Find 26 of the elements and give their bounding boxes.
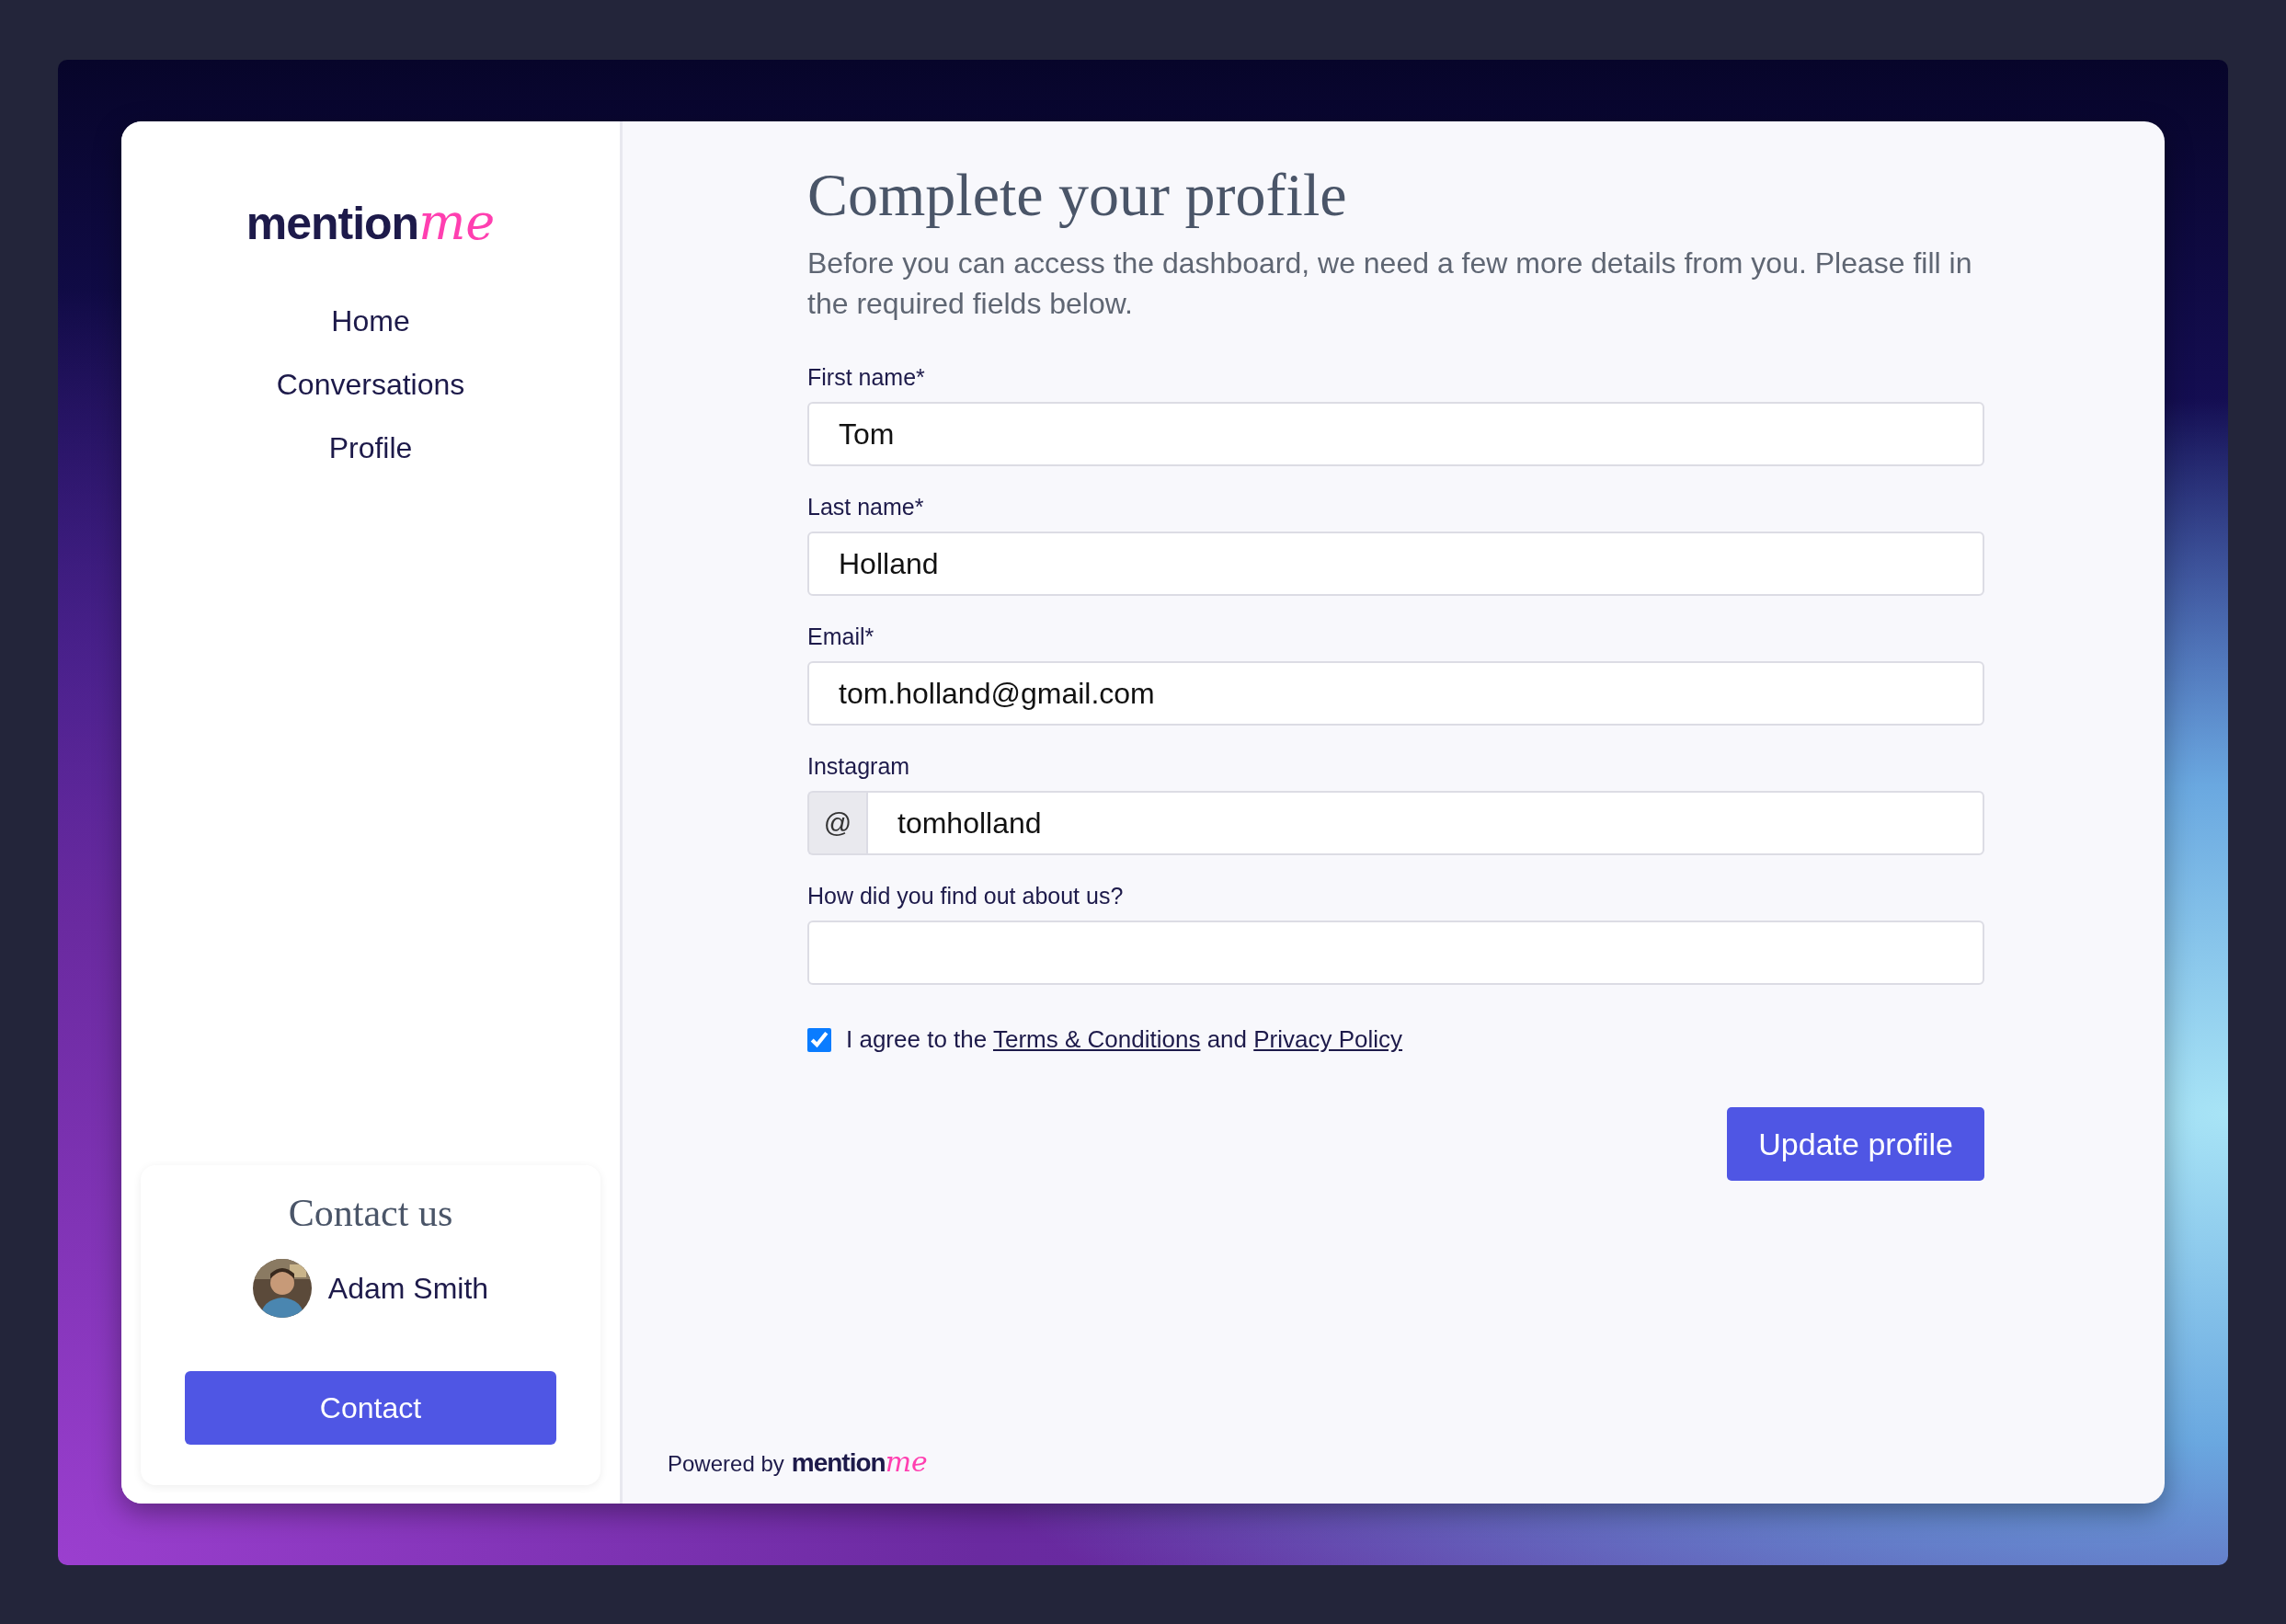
policy-link[interactable]: Terms & Conditions	[993, 1025, 1201, 1053]
field-label: Email*	[807, 623, 875, 650]
contact-button[interactable]: Contact	[185, 1371, 556, 1445]
nav-link[interactable]: Conversations	[276, 368, 465, 402]
input-field[interactable]: Holland	[807, 532, 1984, 596]
nav-link[interactable]: Profile	[328, 431, 413, 465]
contact-name: Adam Smith	[327, 1271, 489, 1306]
input-prefix: @	[807, 791, 866, 855]
input-field[interactable]	[807, 921, 1984, 985]
agreement-text: I agree to the Terms & Conditions and Privacy Policy	[846, 1025, 1403, 1054]
logo: mentionme	[791, 1446, 928, 1478]
field-label: First name*	[807, 364, 926, 391]
intro-text: Before you can access the dashboard, we need a few more details from you. Please fill in the required fields below.	[807, 246, 1973, 322]
input-field[interactable]: Tom	[807, 402, 1984, 466]
input-field[interactable]: tom.holland@gmail.com	[807, 661, 1984, 726]
field-label: Last name*	[807, 494, 925, 520]
agree-checkbox[interactable]	[807, 1027, 831, 1052]
nav-link[interactable]: Home	[331, 304, 410, 338]
powered-by-text: Powered by	[668, 1451, 784, 1477]
contact-title: Contact us	[288, 1191, 453, 1235]
policy-link[interactable]: Privacy Policy	[1253, 1025, 1403, 1053]
update-profile-button[interactable]: Update profile	[1727, 1107, 1984, 1181]
logo: mentionme	[246, 193, 496, 251]
page-title: Complete your profile	[807, 160, 1348, 230]
field-label: How did you find out about us?	[807, 883, 1125, 909]
field-label: Instagram	[807, 753, 911, 780]
